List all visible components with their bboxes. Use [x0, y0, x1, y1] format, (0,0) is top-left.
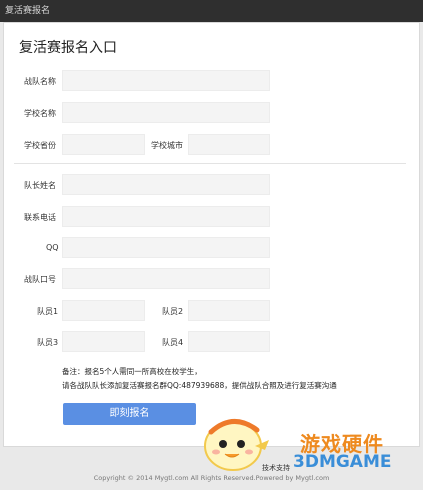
school-city-input[interactable] — [188, 134, 270, 155]
watermark-line-2: 3DMGAME — [293, 452, 392, 472]
school-name-label: 学校名称 — [24, 109, 56, 118]
school-city-label: 学校城市 — [151, 141, 183, 150]
captain-name-label: 队长姓名 — [24, 181, 56, 190]
member2-label: 队员2 — [162, 307, 184, 316]
member1-label: 队员1 — [37, 307, 59, 316]
member4-label: 队员4 — [162, 338, 184, 347]
page-title: 复活赛报名入口 — [19, 40, 117, 56]
footer-support: 技术支持 — [262, 464, 290, 472]
member3-input[interactable] — [62, 331, 145, 352]
team-name-label: 战队名称 — [24, 77, 56, 86]
member4-input[interactable] — [188, 331, 270, 352]
school-province-label: 学校省份 — [24, 141, 56, 150]
window-title-bar: 复活赛报名 — [0, 0, 423, 22]
register-button[interactable]: 即刻报名 — [63, 403, 196, 425]
note-line-2: 请各战队队长添加复活赛报名群QQ:487939688，提供战队合照及进行复活赛沟… — [62, 381, 337, 390]
phone-input[interactable] — [62, 206, 270, 227]
note-line-1: 备注：报名5个人需同一所高校在校学生， — [62, 367, 202, 376]
footer-copyright: Copyright © 2014 Mygtl.com All Rights Re… — [93, 474, 330, 482]
phone-label: 联系电话 — [24, 213, 56, 222]
member2-input[interactable] — [188, 300, 270, 321]
section-divider — [14, 163, 406, 164]
qq-label: QQ — [46, 243, 59, 252]
member1-input[interactable] — [62, 300, 145, 321]
team-slogan-input[interactable] — [62, 268, 270, 289]
school-name-input[interactable] — [62, 102, 270, 123]
member3-label: 队员3 — [37, 338, 59, 347]
qq-input[interactable] — [62, 237, 270, 258]
team-slogan-label: 战队口号 — [24, 275, 56, 284]
team-name-input[interactable] — [62, 70, 270, 91]
school-province-input[interactable] — [62, 134, 145, 155]
window-title: 复活赛报名 — [5, 6, 51, 16]
captain-name-input[interactable] — [62, 174, 270, 195]
registration-panel: 复活赛报名入口 战队名称 学校名称 学校省份 学校城市 队长姓名 联系电话 QQ… — [3, 22, 420, 447]
